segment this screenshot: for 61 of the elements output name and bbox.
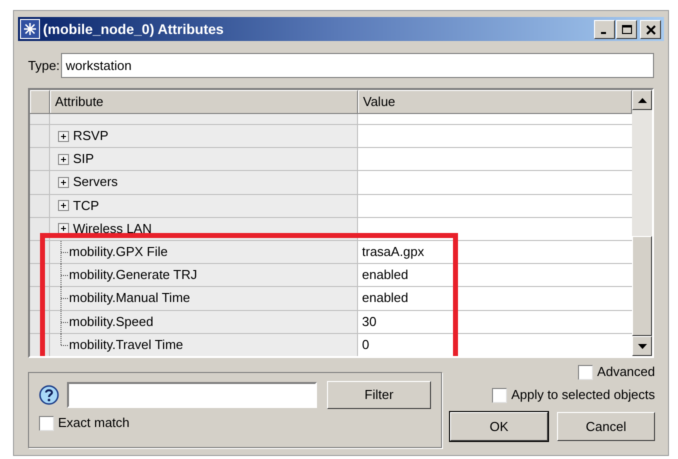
table-row[interactable]: RSVP (30, 125, 632, 148)
tree-line-icon (58, 240, 68, 264)
attribute-value[interactable]: enabled (362, 290, 408, 306)
advanced-label[interactable]: Advanced (597, 364, 655, 380)
exact-match-label[interactable]: Exact match (58, 415, 130, 431)
attribute-value[interactable]: enabled (362, 267, 408, 284)
table-row[interactable]: mobility.Travel Time 0 (30, 334, 632, 356)
attribute-name: mobility.Generate TRJ (69, 267, 198, 284)
expand-icon[interactable] (58, 176, 69, 188)
maximize-icon[interactable] (616, 20, 637, 38)
attribute-value[interactable]: 30 (362, 314, 376, 330)
cancel-button[interactable]: Cancel (557, 412, 655, 441)
checkbox[interactable] (578, 364, 594, 380)
attribute-name: Wireless LAN (73, 220, 152, 237)
app-icon (20, 19, 40, 39)
scrollbar[interactable] (632, 90, 652, 356)
close-icon[interactable] (640, 20, 661, 38)
filter-field[interactable] (67, 382, 317, 408)
attribute-name: mobility.Manual Time (69, 290, 190, 306)
table-row[interactable]: mobility.GPX File trasaA.gpx (30, 240, 632, 264)
minimize-icon[interactable] (594, 20, 615, 38)
table-row[interactable]: mobility.Speed 30 (30, 310, 632, 334)
checkbox[interactable] (39, 416, 54, 430)
attribute-name: TCP (73, 198, 99, 214)
attribute-name: mobility.Speed (69, 314, 154, 330)
table-row[interactable]: Wireless LAN (30, 218, 632, 241)
ok-button[interactable]: OK (450, 412, 548, 441)
expand-icon[interactable] (58, 200, 69, 212)
attribute-value[interactable]: 0 (362, 336, 370, 353)
table-row[interactable]: mobility.Manual Time enabled (30, 287, 632, 310)
column-header[interactable]: Attribute (50, 90, 358, 113)
header-cell (30, 90, 50, 113)
expand-icon[interactable] (58, 223, 69, 234)
type-label: Type: (28, 58, 60, 74)
column-header[interactable]: Value (358, 90, 632, 113)
scroll-up-icon[interactable] (632, 90, 652, 110)
table-row[interactable]: Servers (30, 171, 632, 195)
attribute-name: RSVP (73, 128, 108, 144)
scroll-down-icon[interactable] (632, 336, 652, 356)
checkbox[interactable] (492, 388, 508, 402)
attribute-name: SIP (73, 151, 94, 168)
window-title: (mobile_node_0) Attributes (43, 21, 225, 37)
expand-icon[interactable] (58, 154, 69, 165)
tree-line-icon (58, 264, 68, 288)
row-header-cell (30, 171, 50, 194)
attribute-name: Servers (73, 174, 118, 190)
table-row[interactable]: SIP (30, 148, 632, 172)
attribute-name: mobility.Travel Time (69, 336, 184, 353)
attribute-name: mobility.GPX File (69, 244, 168, 260)
scroll-thumb[interactable] (632, 236, 652, 336)
expand-icon[interactable] (58, 130, 69, 142)
filter-button[interactable]: Filter (327, 381, 431, 409)
table-row[interactable]: mobility.Generate TRJ enabled (30, 264, 632, 288)
type-field[interactable]: workstation (60, 53, 654, 78)
table-row[interactable]: TCP (30, 194, 632, 218)
row-header-cell (30, 148, 50, 170)
tree-line-icon (58, 287, 68, 310)
row-header-cell (30, 194, 50, 217)
attribute-value[interactable]: trasaA.gpx (362, 244, 424, 260)
help-icon[interactable] (39, 385, 59, 405)
apply-label[interactable]: Apply to selected objects (511, 387, 655, 403)
